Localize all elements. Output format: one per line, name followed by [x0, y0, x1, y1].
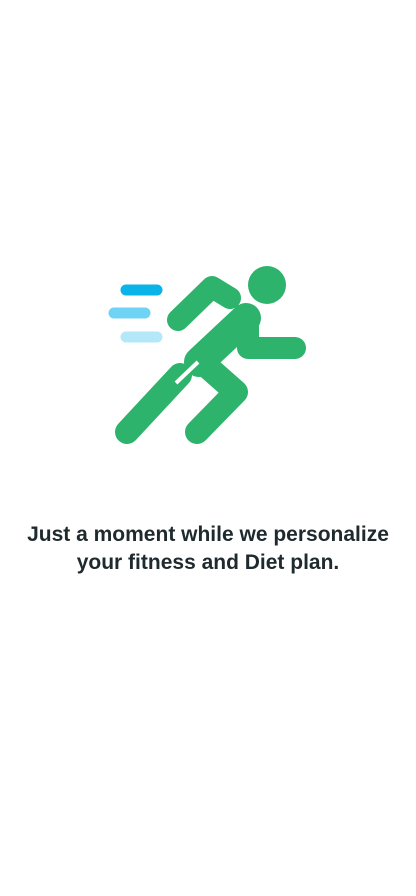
- loading-message: Just a moment while we personalize your …: [27, 523, 389, 574]
- running-person-icon: [108, 266, 306, 444]
- speed-lines-icon: [108, 284, 163, 343]
- loading-screen: Just a moment while we personalize your …: [0, 0, 416, 896]
